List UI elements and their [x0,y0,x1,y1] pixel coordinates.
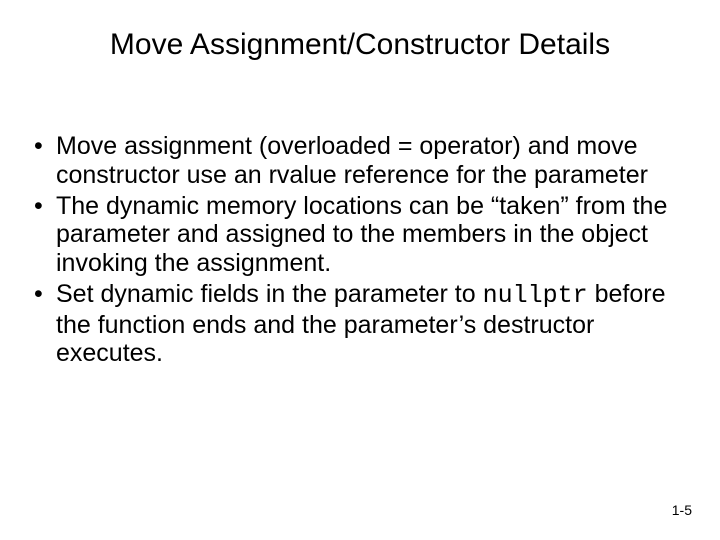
code-literal: nullptr [483,281,588,310]
bullet-item: • Set dynamic fields in the parameter to… [34,280,690,368]
bullet-text: The dynamic memory locations can be “tak… [56,192,690,278]
slide-body: • Move assignment (overloaded = operator… [30,132,690,368]
bullet-text: Move assignment (overloaded = operator) … [56,132,690,190]
bullet-text-a: Set dynamic fields in the parameter to [56,280,483,308]
bullet-dot-icon: • [34,280,56,368]
bullet-dot-icon: • [34,132,56,190]
page-number: 1-5 [672,502,692,518]
slide: Move Assignment/Constructor Details • Mo… [0,0,720,540]
slide-title: Move Assignment/Constructor Details [30,28,690,62]
bullet-text: Set dynamic fields in the parameter to n… [56,280,690,368]
bullet-item: • Move assignment (overloaded = operator… [34,132,690,190]
bullet-dot-icon: • [34,192,56,278]
bullet-item: • The dynamic memory locations can be “t… [34,192,690,278]
